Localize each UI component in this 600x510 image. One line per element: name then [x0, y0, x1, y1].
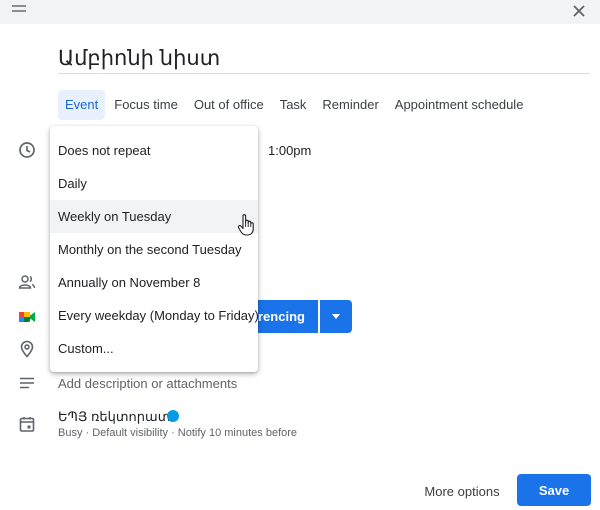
- repeat-dropdown-menu: Does not repeat Daily Weekly on Tuesday …: [50, 126, 259, 372]
- repeat-option-monthly[interactable]: Monthly on the second Tuesday: [50, 233, 258, 266]
- drag-handle-icon[interactable]: [12, 5, 26, 13]
- tab-event[interactable]: Event: [58, 90, 106, 120]
- repeat-option-every-weekday[interactable]: Every weekday (Monday to Friday): [50, 299, 259, 332]
- description-field[interactable]: Add description or attachments: [58, 376, 237, 391]
- tab-out-of-office[interactable]: Out of office: [187, 90, 271, 120]
- tab-appointment-schedule[interactable]: Appointment schedule: [388, 90, 531, 120]
- calendar-icon: [19, 417, 35, 432]
- repeat-option-daily[interactable]: Daily: [50, 167, 258, 200]
- event-title-input[interactable]: Ամբիոնի նիստ: [58, 44, 590, 74]
- location-icon: [20, 340, 34, 358]
- people-icon: [18, 275, 36, 289]
- close-icon[interactable]: [570, 2, 588, 20]
- hand-cursor-icon: [237, 214, 254, 236]
- repeat-option-annually[interactable]: Annually on November 8: [50, 266, 258, 299]
- calendar-details[interactable]: Busy · Default visibility · Notify 10 mi…: [58, 427, 297, 439]
- top-bar: [0, 0, 600, 24]
- repeat-option-custom[interactable]: Custom...: [50, 332, 258, 365]
- tab-task[interactable]: Task: [273, 90, 314, 120]
- save-button[interactable]: Save: [517, 474, 591, 506]
- event-type-tabs: Event Focus time Out of office Task Remi…: [58, 90, 532, 120]
- tab-focus-time[interactable]: Focus time: [107, 90, 185, 120]
- meet-icon: [19, 312, 35, 322]
- calendar-name[interactable]: ԵՊՅ ռեկտորատ: [58, 409, 170, 425]
- tab-reminder[interactable]: Reminder: [315, 90, 385, 120]
- calendar-color-dot: [167, 410, 179, 422]
- clock-icon: [19, 142, 35, 158]
- conferencing-dropdown-button[interactable]: [320, 300, 352, 333]
- repeat-option-weekly[interactable]: Weekly on Tuesday: [50, 200, 258, 233]
- add-conferencing-button[interactable]: rencing: [250, 300, 318, 333]
- description-icon: [20, 377, 34, 389]
- repeat-option-does-not-repeat[interactable]: Does not repeat: [50, 134, 258, 167]
- end-time[interactable]: 1:00pm: [268, 143, 311, 158]
- more-options-button[interactable]: More options: [414, 476, 510, 506]
